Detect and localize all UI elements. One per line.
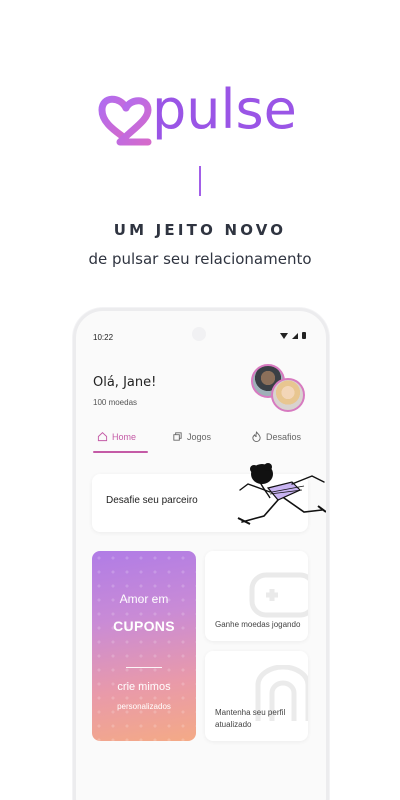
coins-count: 100 moedas [93, 398, 138, 407]
promo-line-1: Amor em [119, 592, 169, 606]
promo-line-2: CUPONS [113, 618, 175, 634]
coupons-promo-card[interactable]: Amor em CUPONS crie mimos personalizados [92, 551, 196, 741]
logo-text: pulse [152, 78, 297, 141]
tab-active-indicator [93, 451, 148, 453]
tab-home-label: Home [112, 431, 137, 442]
update-profile-card[interactable]: Mantenha seu perfil atualizado [205, 651, 308, 741]
games-icon [173, 432, 182, 441]
status-time: 10:22 [93, 333, 114, 342]
earn-coins-card[interactable]: Ganhe moedas jogando [205, 551, 308, 641]
promo-line-3: crie mimos [117, 681, 171, 693]
user-avatar[interactable] [271, 378, 305, 412]
promo-line-4: personalizados [117, 702, 171, 711]
pulse-logo: pulse [98, 78, 308, 156]
logo-divider [199, 166, 201, 196]
battery-icon [302, 332, 306, 339]
tab-challenges[interactable]: Desafios [251, 431, 301, 442]
signal-icon [292, 332, 298, 339]
fire-icon [252, 431, 261, 442]
phone-mockup: 10:22 Olá, Jane! 100 moedas Home Jogos D… [73, 308, 329, 800]
earn-coins-label: Ganhe moedas jogando [215, 620, 301, 629]
tab-bar: Home Jogos Desafios [93, 431, 315, 453]
gamepad-icon [249, 572, 308, 618]
running-person-illustration [237, 463, 326, 525]
heart-2-icon [98, 95, 152, 146]
challenge-card-label: Desafie seu parceiro [106, 495, 198, 506]
challenge-partner-card[interactable]: Desafie seu parceiro [92, 463, 326, 532]
tab-challenges-label: Desafios [266, 431, 302, 442]
greeting: Olá, Jane! [93, 375, 157, 390]
tab-home[interactable]: Home [97, 431, 136, 442]
update-profile-label: Mantenha seu perfil atualizado [215, 708, 286, 729]
camera-notch [192, 327, 206, 341]
tab-games-label: Jogos [187, 431, 212, 442]
wifi-icon [280, 332, 288, 339]
tagline-title: UM JEITO NOVO [113, 221, 287, 239]
home-icon [97, 432, 108, 442]
status-icons [280, 332, 306, 339]
heart-pattern [92, 551, 196, 741]
tagline-subtitle: de pulsar seu relacionamento [88, 250, 312, 268]
promo-divider [126, 667, 162, 668]
tab-games[interactable]: Jogos [172, 431, 211, 442]
